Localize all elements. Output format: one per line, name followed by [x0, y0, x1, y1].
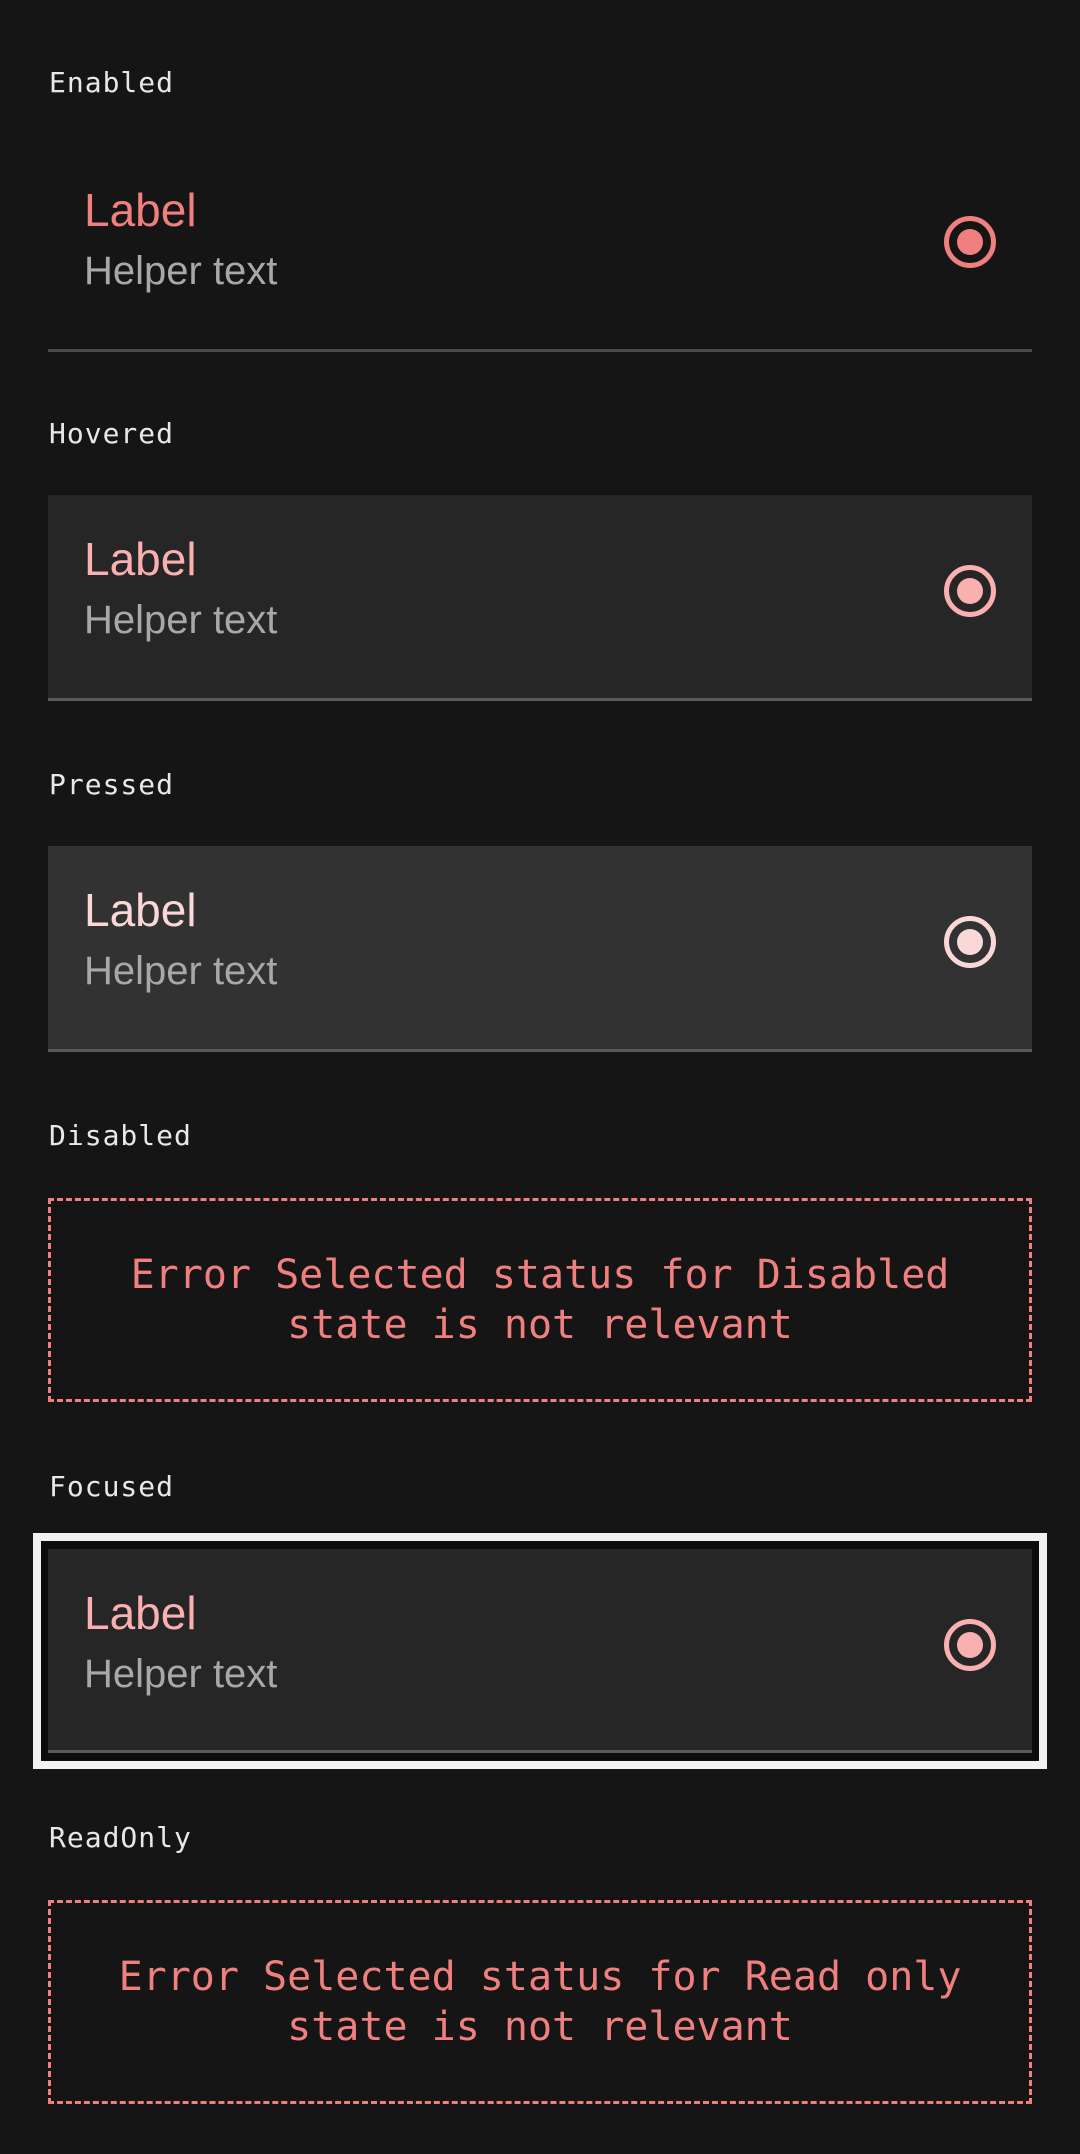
- radio-row-label: Label: [84, 1587, 197, 1639]
- radio-row-pressed[interactable]: Label Helper text: [48, 846, 1032, 1052]
- section-title-focused: Focused: [49, 1470, 175, 1503]
- radio-row-label: Label: [84, 184, 197, 236]
- radio-row-enabled[interactable]: Label Helper text: [48, 146, 1032, 352]
- radio-row-helper-text: Helper text: [84, 249, 278, 293]
- radio-row-helper-text: Helper text: [84, 949, 278, 993]
- radio-row-helper-text: Helper text: [84, 598, 278, 642]
- section-title-readonly: ReadOnly: [49, 1821, 192, 1854]
- section-title-disabled: Disabled: [49, 1119, 192, 1152]
- radio-row-focused[interactable]: Label Helper text: [48, 1549, 1032, 1753]
- section-title-enabled: Enabled: [49, 66, 175, 99]
- radio-row-label: Label: [84, 533, 197, 585]
- radio-row-label: Label: [84, 884, 197, 936]
- radio-selected-icon[interactable]: [944, 565, 996, 617]
- radio-selected-icon[interactable]: [944, 916, 996, 968]
- error-message-disabled: Error Selected status for Disabled state…: [48, 1198, 1032, 1402]
- radio-selected-icon[interactable]: [944, 216, 996, 268]
- radio-selected-icon[interactable]: [944, 1619, 996, 1671]
- section-title-hovered: Hovered: [49, 417, 175, 450]
- radio-row-helper-text: Helper text: [84, 1652, 278, 1696]
- section-title-pressed: Pressed: [49, 768, 175, 801]
- radio-row-hovered[interactable]: Label Helper text: [48, 495, 1032, 701]
- error-message-readonly: Error Selected status for Read only stat…: [48, 1900, 1032, 2104]
